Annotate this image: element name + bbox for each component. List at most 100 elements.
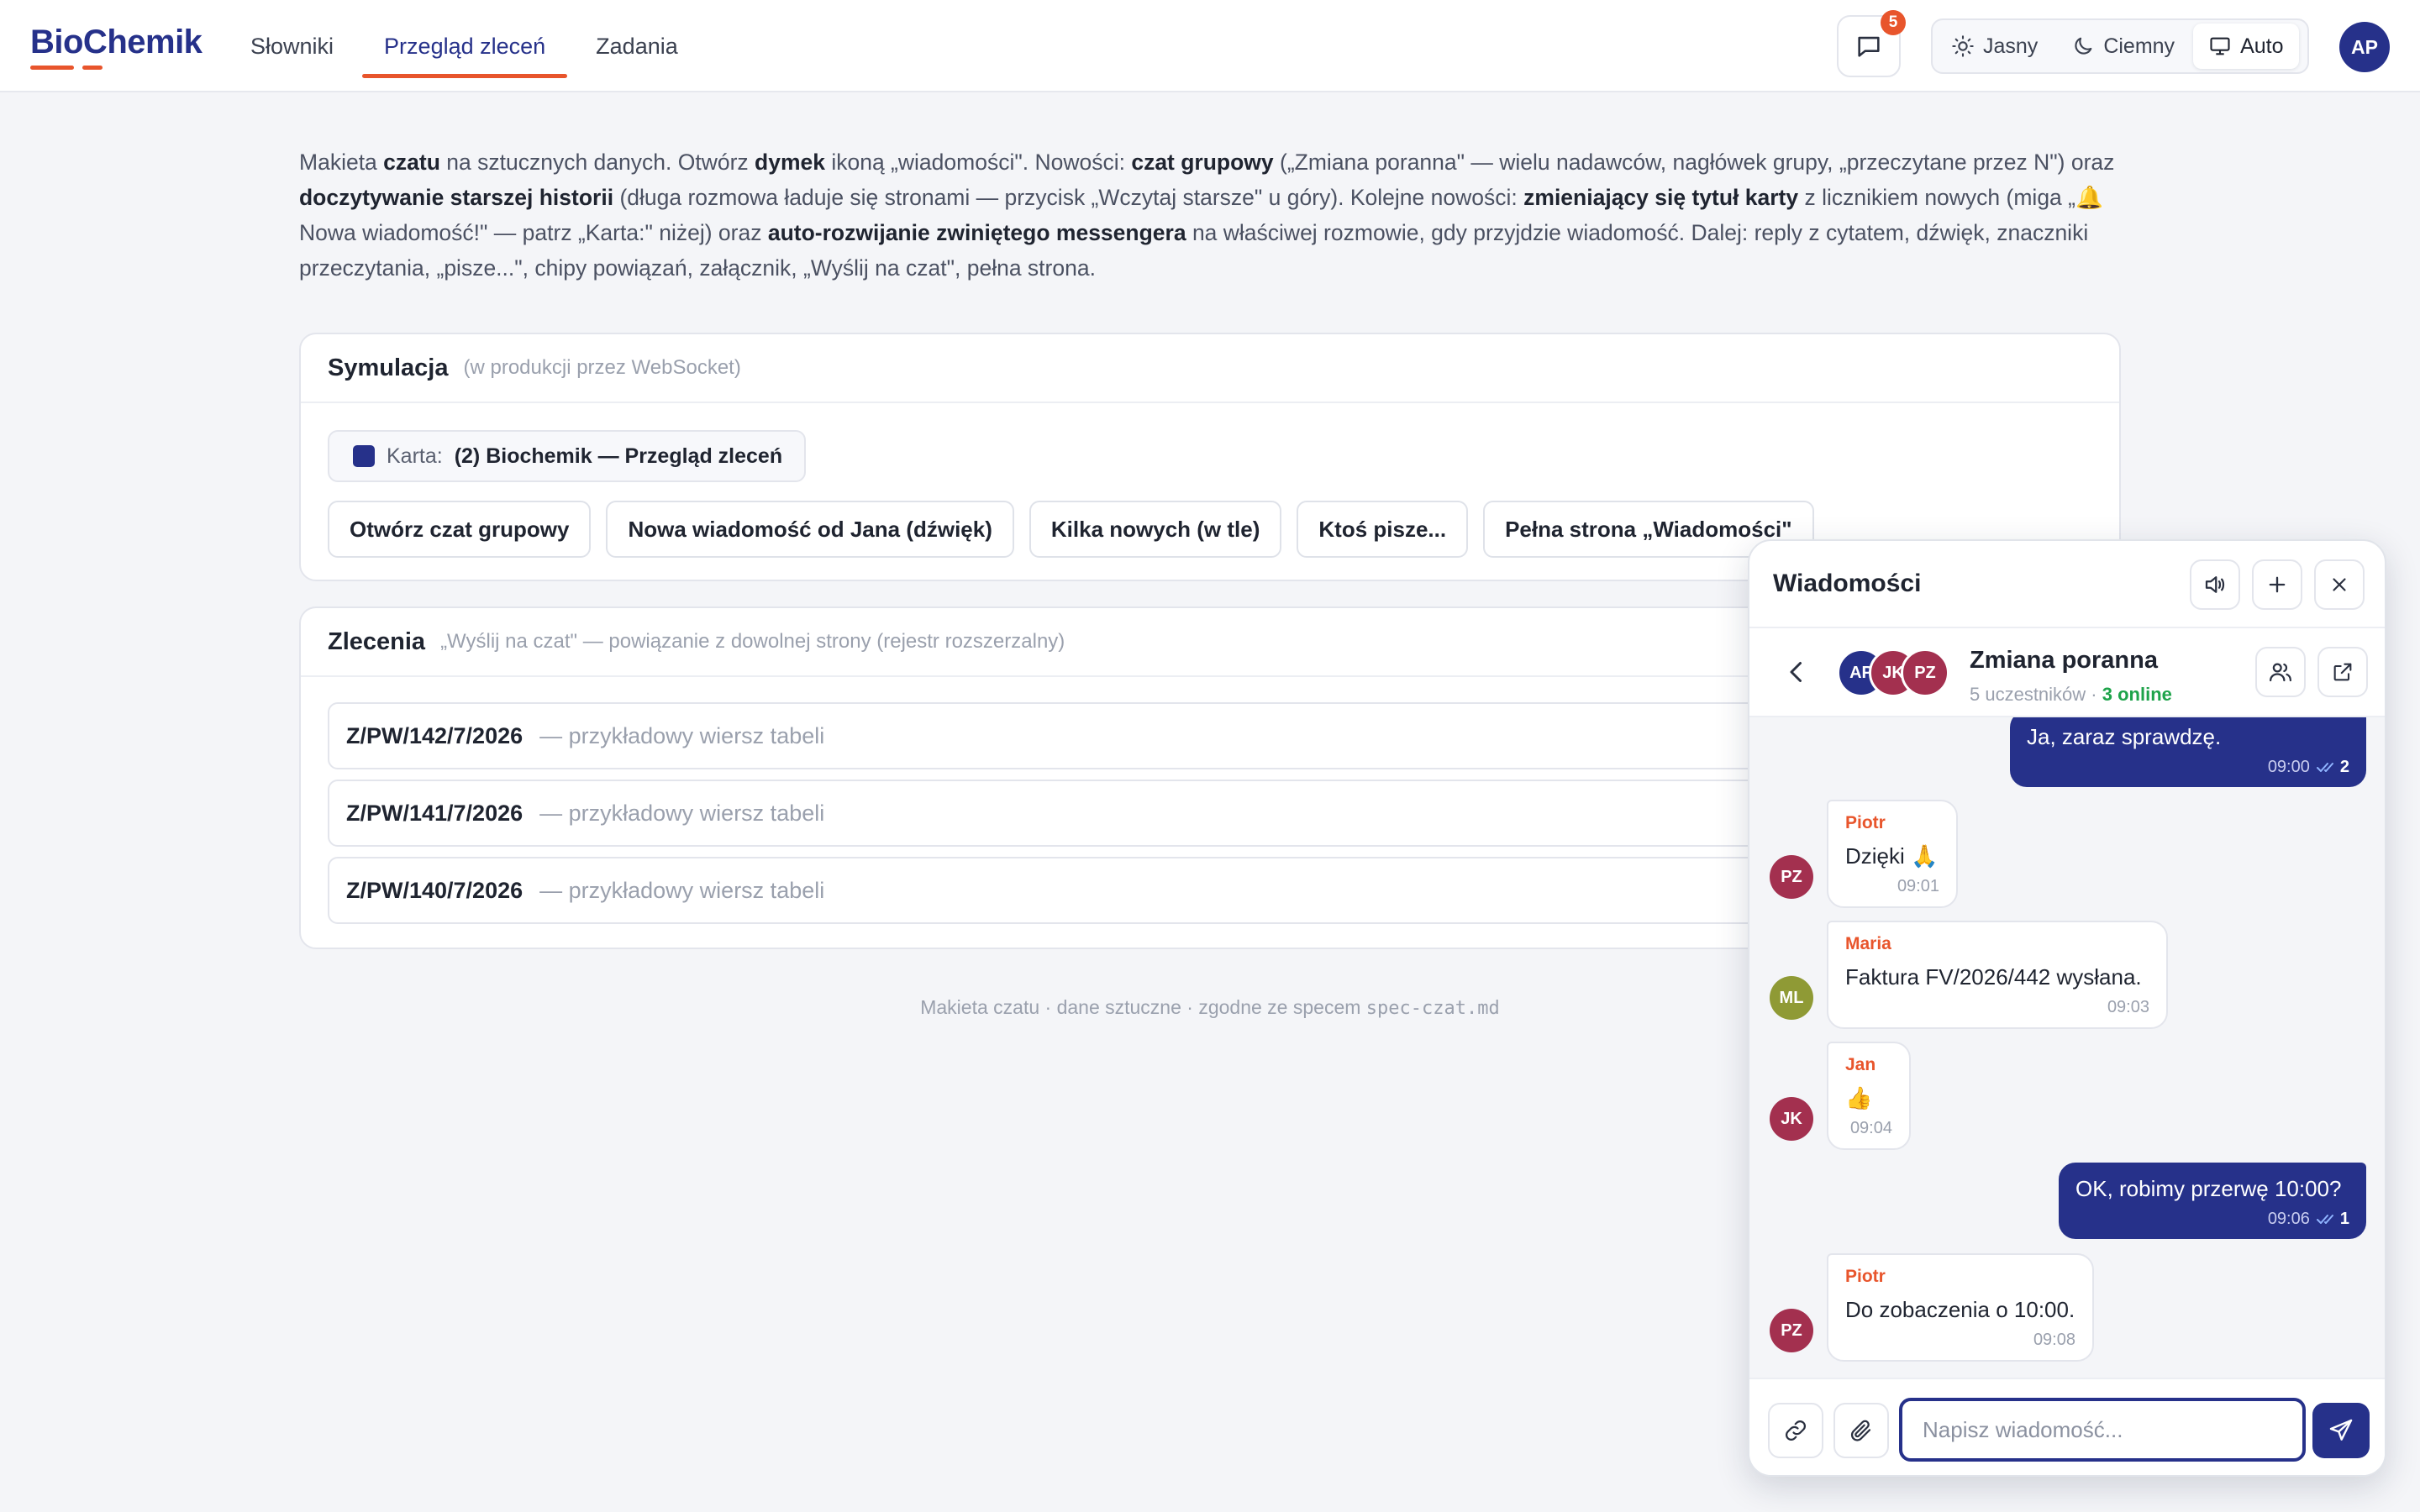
theme-light-label: Jasny <box>1983 34 2039 58</box>
order-desc: — przykładowy wiersz tabeli <box>539 722 825 748</box>
message-composer <box>1749 1378 2385 1475</box>
message-time: 09:03 <box>2107 998 2149 1016</box>
conversation-meta: 5 uczestników · 3 online <box>1970 684 2172 706</box>
read-receipt: 2 <box>2316 758 2349 777</box>
message-text: Faktura FV/2026/442 wysłana. <box>1845 964 2142 990</box>
intro-text: Makieta <box>299 150 384 175</box>
theme-dark-label: Ciemny <box>2103 34 2175 58</box>
order-row[interactable]: Z/PW/140/7/2026 — przykładowy wiersz tab… <box>328 857 1924 924</box>
theme-option-light[interactable]: Jasny <box>1936 24 2053 69</box>
nav-item-slowniki[interactable]: Słowniki <box>227 17 357 76</box>
users-icon <box>2270 663 2291 682</box>
order-row[interactable]: Z/PW/141/7/2026 — przykładowy wiersz tab… <box>328 780 1924 847</box>
file-attach-button[interactable] <box>1833 1403 1889 1458</box>
intro-text: ikoną „wiadomości". Nowości: <box>824 150 1132 175</box>
message-text: Ja, zaraz sprawdzę. <box>2027 724 2222 749</box>
double-check-icon <box>2316 762 2333 772</box>
intro-text: („Zmiana poranna" — wielu nadawców, nagł… <box>1273 150 2115 175</box>
order-id: Z/PW/142/7/2026 <box>346 722 523 748</box>
double-check-icon <box>2316 1214 2333 1224</box>
message-text: Do zobaczenia o 10:00. <box>1845 1297 2075 1322</box>
simulation-buttons: Otwórz czat grupowy Nowa wiadomość od Ja… <box>328 501 1814 558</box>
participants-button[interactable] <box>2255 647 2306 697</box>
message-sender: Piotr <box>1845 1267 1886 1286</box>
participants-count: 5 uczestników <box>1970 684 2086 705</box>
message-meta: 09:00 2 <box>2027 758 2349 777</box>
new-message-from-jan-button[interactable]: Nowa wiadomość od Jana (dźwięk) <box>606 501 1014 558</box>
chat-bubble-icon <box>1858 36 1880 57</box>
plus-icon <box>2269 576 2286 593</box>
message-input[interactable] <box>1899 1398 2306 1462</box>
app-logo[interactable]: BioChemik <box>30 24 203 61</box>
messenger-header: Wiadomości <box>1749 541 2385 628</box>
sender-avatar: ML <box>1770 976 1813 1020</box>
chevron-left-icon <box>1790 662 1802 682</box>
speaker-icon <box>2205 576 2225 593</box>
several-new-background-button[interactable]: Kilka nowych (w tle) <box>1028 501 1282 558</box>
intro-text: (długa rozmowa ładuje się stronami — prz… <box>613 185 1524 210</box>
order-id: Z/PW/141/7/2026 <box>346 800 523 826</box>
intro-bold: auto-rozwijanie zwiniętego messengera <box>767 220 1186 245</box>
close-messenger-button[interactable] <box>2314 559 2365 610</box>
main-nav: Słowniki Przegląd zleceń Zadania <box>227 0 702 92</box>
messenger-title: Wiadomości <box>1773 570 1922 597</box>
send-button[interactable] <box>2312 1403 2370 1458</box>
moon-icon <box>2075 37 2092 55</box>
message-time: 09:01 <box>1897 877 1939 895</box>
top-bar: BioChemik Słowniki Przegląd zleceń Zadan… <box>0 0 2420 92</box>
message-meta: 09:06 1 <box>2075 1210 2349 1229</box>
message-text: Dzięki 🙏 <box>1845 843 1939 869</box>
message-text: 👍 <box>1845 1085 1873 1110</box>
someone-typing-button[interactable]: Ktoś pisze... <box>1297 501 1469 558</box>
theme-option-dark[interactable]: Ciemny <box>2056 24 2190 69</box>
tab-title-preview: Karta: (2) Biochemik — Przegląd zleceń <box>328 430 807 482</box>
message-bubble-incoming[interactable]: Piotr Dzięki 🙏 09:01 <box>1827 800 1958 908</box>
message-bubble-incoming[interactable]: Maria Faktura FV/2026/442 wysłana. 09:03 <box>1827 921 2168 1029</box>
user-avatar[interactable]: AP <box>2339 22 2390 72</box>
send-icon <box>2329 1419 2353 1441</box>
intro-text: na sztucznych danych. Otwórz <box>439 150 755 175</box>
sender-avatar: PZ <box>1770 1309 1813 1352</box>
message-text: OK, robimy przerwę 10:00? <box>2075 1176 2342 1201</box>
logo-underline <box>30 66 103 70</box>
message-sender: Maria <box>1845 934 1891 953</box>
tab-title-label: Karta: <box>387 444 443 468</box>
chat-history[interactable]: Ja, zaraz sprawdzę. 09:00 2 PZ Piotr Dzi… <box>1749 717 2385 1378</box>
order-id: Z/PW/140/7/2026 <box>346 877 523 903</box>
message-time: 09:00 <box>2267 758 2310 776</box>
order-row[interactable]: Z/PW/142/7/2026 — przykładowy wiersz tab… <box>328 702 1924 769</box>
open-full-page-button[interactable] <box>2317 647 2368 697</box>
sound-toggle-button[interactable] <box>2190 559 2240 610</box>
close-icon <box>2333 578 2346 591</box>
simulation-header: Symulacja (w produkcji przez WebSocket) <box>301 334 2119 403</box>
meta-separator: · <box>2086 684 2102 705</box>
participants-avatars: AP JK PZ <box>1837 648 1954 697</box>
paperclip-icon <box>1850 1420 1871 1441</box>
monitor-icon <box>2210 37 2230 55</box>
nav-item-przeglad-zlecen[interactable]: Przegląd zleceń <box>360 17 569 78</box>
simulation-subtitle: (w produkcji przez WebSocket) <box>463 356 741 379</box>
message-bubble-incoming[interactable]: Jan 👍 09:04 <box>1827 1042 1911 1150</box>
theme-option-auto[interactable]: Auto <box>2193 24 2299 69</box>
link-attach-button[interactable] <box>1768 1403 1823 1458</box>
intro-bold: czatu <box>383 150 440 175</box>
simulation-title: Symulacja <box>328 354 449 381</box>
sun-icon <box>1952 35 1974 57</box>
open-group-chat-button[interactable]: Otwórz czat grupowy <box>328 501 592 558</box>
message-bubble-incoming[interactable]: Piotr Do zobaczenia o 10:00. 09:08 <box>1827 1253 2094 1362</box>
read-count: 2 <box>2339 758 2349 776</box>
online-count: 3 online <box>2102 684 2172 705</box>
nav-item-zadania[interactable]: Zadania <box>572 17 702 76</box>
message-sender: Piotr <box>1845 813 1886 832</box>
message-bubble-outgoing[interactable]: Ja, zaraz sprawdzę. 09:00 2 <box>2010 717 2366 787</box>
conversation-name: Zmiana poranna <box>1970 647 2158 674</box>
message-time: 09:04 <box>1849 1119 1892 1137</box>
intro-bold: czat grupowy <box>1131 150 1274 175</box>
back-button[interactable] <box>1781 657 1812 687</box>
conversation-header: AP JK PZ Zmiana poranna 5 uczestników · … <box>1749 628 2385 717</box>
message-time: 09:06 <box>2267 1210 2310 1228</box>
tab-title-value: (2) Biochemik — Przegląd zleceń <box>454 444 783 468</box>
new-conversation-button[interactable] <box>2252 559 2302 610</box>
message-bubble-outgoing[interactable]: OK, robimy przerwę 10:00? 09:06 1 <box>2059 1163 2366 1239</box>
order-desc: — przykładowy wiersz tabeli <box>539 877 825 903</box>
